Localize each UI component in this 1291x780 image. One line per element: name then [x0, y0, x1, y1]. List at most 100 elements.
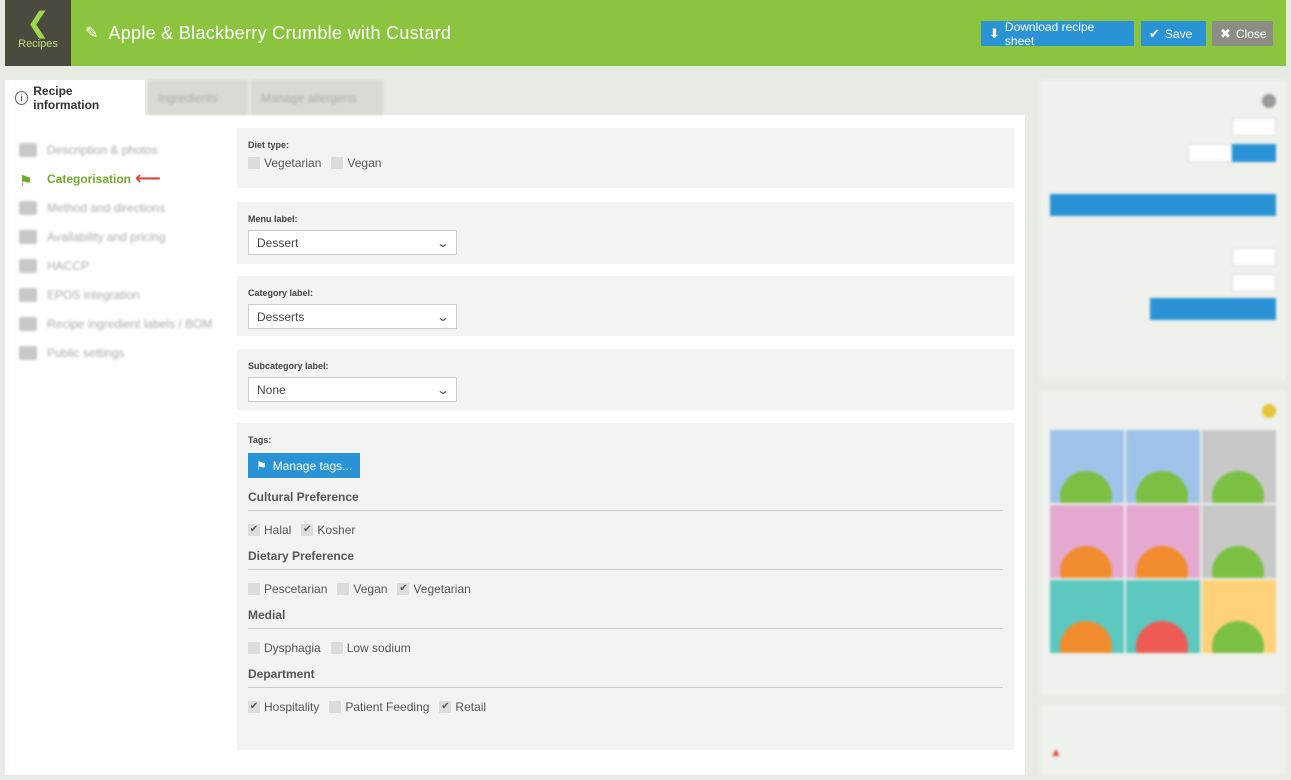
category-label-section: Category label: Desserts ⌄	[237, 276, 1014, 336]
checkbox-label: Pescetarian	[264, 582, 328, 596]
gauge-arc	[1060, 546, 1112, 578]
nav-label: EPOS integration	[47, 287, 140, 302]
checkbox-label: Kosher	[317, 523, 356, 537]
nutrition-tile	[1050, 430, 1124, 503]
tags-section: Tags: ⚑ Manage tags... Cultural Preferen…	[237, 423, 1014, 750]
tab-ingredients[interactable]: Ingredients	[148, 80, 248, 115]
category-label-select[interactable]: Desserts ⌄	[248, 304, 457, 329]
checkbox-vegetarian[interactable]: Vegetarian	[248, 156, 321, 170]
gauge-arc	[1136, 621, 1188, 653]
manage-tags-label: Manage tags...	[272, 458, 353, 473]
panel-header	[1050, 715, 1276, 737]
nutrition-tile	[1126, 430, 1200, 503]
menu-label-select[interactable]: Dessert ⌄	[248, 230, 457, 255]
checkbox-label: Vegetarian	[413, 582, 471, 596]
menu-label-section: Menu label: Dessert ⌄	[237, 202, 1014, 264]
blurred-select[interactable]	[1150, 298, 1276, 320]
blurred-input[interactable]	[1232, 118, 1276, 136]
close-icon: ✖	[1220, 25, 1231, 41]
nav-label: Description & photos	[47, 142, 158, 157]
checkbox-box	[248, 157, 260, 169]
chevron-down-icon: ⌄	[435, 382, 451, 397]
gauge-arc	[1060, 621, 1112, 653]
app-header: ❮ Recipes ✎ Apple & Blackberry Crumble w…	[5, 0, 1286, 66]
blurred-text	[1050, 96, 1053, 106]
gauge-arc	[1136, 546, 1188, 578]
subcategory-label-section: Subcategory label: None ⌄	[237, 349, 1014, 410]
nutrition-tile	[1126, 580, 1200, 653]
nav-item-method[interactable]: Method and directions	[19, 193, 219, 222]
arrow-left-icon: ⟵	[135, 168, 161, 188]
book-icon	[19, 200, 37, 215]
checkbox-vegan[interactable]: Vegan	[331, 156, 381, 170]
checkbox-low-sodium[interactable]: Low sodium	[330, 641, 411, 655]
blurred-row	[1050, 246, 1276, 268]
nav-item-labels[interactable]: Recipe ingredient labels / BOM	[19, 309, 219, 338]
checkbox-checked: ✔	[248, 701, 260, 713]
save-label: Save	[1164, 26, 1193, 41]
back-label: Recipes	[18, 38, 58, 50]
checkbox-halal[interactable]: ✔ Halal	[248, 523, 291, 537]
photo-icon	[19, 142, 37, 157]
nav-item-description[interactable]: Description & photos	[19, 135, 219, 164]
nav-label: Method and directions	[47, 200, 166, 215]
tab-recipe-information[interactable]: i Recipe information	[5, 80, 145, 115]
nav-label: Categorisation	[47, 171, 132, 186]
checkbox-hospitality[interactable]: ✔ Hospitality	[248, 700, 319, 714]
warning-icon: ▲	[1050, 745, 1062, 759]
blurred-input[interactable]	[1232, 274, 1276, 292]
nutrition-tile	[1202, 430, 1276, 503]
checkbox-vegan-tag[interactable]: Vegan	[337, 582, 387, 596]
blurred-row	[1050, 116, 1276, 138]
nutrition-tile	[1126, 505, 1200, 578]
nutrition-tile	[1202, 505, 1276, 578]
blurred-input[interactable]	[1232, 248, 1276, 266]
manage-tags-button[interactable]: ⚑ Manage tags...	[248, 453, 361, 478]
back-to-recipes-button[interactable]: ❮ Recipes	[5, 0, 71, 66]
pound-icon	[19, 229, 37, 244]
close-button[interactable]: ✖ Close	[1212, 21, 1273, 46]
checkbox-box	[337, 583, 350, 595]
group-title-medial: Medial	[248, 608, 1003, 629]
checkbox-box	[331, 157, 344, 169]
checkbox-kosher[interactable]: ✔ Kosher	[301, 523, 355, 537]
portions-panel	[1040, 80, 1286, 380]
checkbox-checked: ✔	[248, 524, 260, 536]
checkbox-retail[interactable]: ✔ Retail	[439, 700, 486, 714]
select-value: Dessert	[257, 235, 299, 250]
nav-item-epos[interactable]: EPOS integration	[19, 280, 219, 309]
blurred-toggle[interactable]	[1232, 144, 1276, 162]
section-nav: Description & photos ⚑ Categorisation ⟵ Me…	[19, 135, 219, 367]
badge-icon	[1262, 404, 1276, 418]
subcategory-label-select[interactable]: None ⌄	[248, 377, 457, 402]
checkbox-label: Halal	[264, 523, 292, 537]
tab-manage-allergens[interactable]: Manage allergens	[251, 80, 383, 115]
checkbox-vegetarian-tag[interactable]: ✔ Vegetarian	[397, 582, 471, 596]
tab-bar: i Recipe information Ingredients Manage …	[5, 80, 1025, 115]
blurred-input[interactable]	[1188, 144, 1232, 162]
nav-item-public-settings[interactable]: Public settings	[19, 338, 219, 367]
gauge-arc	[1060, 471, 1112, 503]
chevron-left-icon: ❮	[26, 7, 50, 38]
nav-item-haccp[interactable]: HACCP	[19, 251, 219, 280]
nutrition-tile	[1050, 505, 1124, 578]
group-title-dietary: Dietary Preference	[248, 549, 1003, 570]
right-sidebar: ▲	[1040, 80, 1286, 780]
tab-label: Ingredients	[158, 90, 218, 105]
checkbox-patient-feeding[interactable]: Patient Feeding	[329, 700, 429, 714]
nav-item-categorisation[interactable]: ⚑ Categorisation ⟵	[19, 164, 219, 193]
group-title-department: Department	[248, 667, 1003, 688]
checkbox-pescetarian[interactable]: Pescetarian	[248, 582, 327, 596]
pencil-icon: ✎	[85, 25, 99, 42]
tags-label: Tags:	[248, 435, 272, 445]
nutrition-grid	[1050, 430, 1276, 653]
nav-item-availability[interactable]: Availability and pricing	[19, 222, 219, 251]
checkbox-label: Vegan	[347, 156, 382, 170]
checkbox-dysphagia[interactable]: Dysphagia	[248, 641, 321, 655]
gauge-arc	[1212, 546, 1264, 578]
download-recipe-sheet-button[interactable]: ⬇ Download recipe sheet	[981, 20, 1134, 48]
save-button[interactable]: ✔ Save	[1141, 21, 1206, 46]
blurred-select[interactable]	[1050, 194, 1276, 216]
checkbox-label: Vegetarian	[264, 156, 322, 170]
nutrition-tile	[1202, 580, 1276, 653]
